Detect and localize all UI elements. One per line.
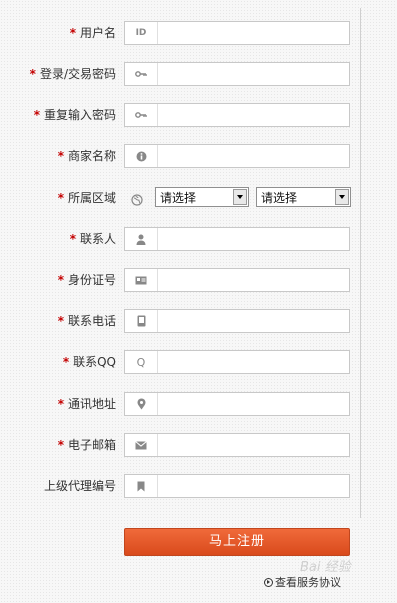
phone-icon	[125, 310, 158, 332]
field-label: * 重复输入密码	[33, 108, 116, 122]
province-select[interactable]: 请选择	[155, 187, 249, 207]
field-label: * 用户名	[69, 26, 116, 40]
username-input[interactable]	[159, 23, 345, 41]
field-label: * 登录/交易密码	[29, 67, 116, 81]
key-icon	[125, 104, 158, 126]
agent-number-field[interactable]	[124, 474, 350, 498]
key-icon	[125, 63, 158, 85]
password-field[interactable]	[124, 62, 350, 86]
divider-line	[360, 8, 361, 518]
row-email: * 电子邮箱	[0, 433, 360, 457]
field-label: 上级代理编号	[43, 479, 116, 493]
field-label: * 通讯地址	[57, 397, 116, 411]
phone-input[interactable]	[159, 311, 345, 329]
field-label: * 联系电话	[57, 314, 116, 328]
field-label: * 联系人	[69, 232, 116, 246]
row-phone: * 联系电话	[0, 309, 360, 333]
row-id-number: * 身份证号	[0, 268, 360, 292]
repeat-password-input[interactable]	[159, 105, 345, 123]
city-select[interactable]: 请选择	[256, 187, 351, 207]
field-label: * 身份证号	[57, 273, 116, 287]
info-icon	[125, 145, 158, 167]
row-password: * 登录/交易密码	[0, 62, 360, 86]
qq-field[interactable]: Q	[124, 350, 350, 374]
row-merchant-name: * 商家名称	[0, 144, 360, 168]
mail-icon	[125, 434, 158, 456]
agent-number-input[interactable]	[159, 476, 345, 494]
play-circle-icon	[264, 578, 273, 587]
phone-field[interactable]	[124, 309, 350, 333]
address-input[interactable]	[159, 394, 345, 412]
province-select-value: 请选择	[160, 191, 197, 205]
email-input[interactable]	[159, 435, 345, 453]
row-qq: * 联系QQ Q	[0, 350, 360, 374]
field-label: * 联系QQ	[62, 355, 116, 369]
row-contact: * 联系人	[0, 227, 360, 251]
row-region: * 所属区域 请选择 请选择	[0, 187, 360, 211]
person-icon	[125, 228, 158, 250]
city-select-value: 请选择	[261, 191, 298, 205]
row-address: * 通讯地址	[0, 392, 360, 416]
address-field[interactable]	[124, 392, 350, 416]
field-label: * 电子邮箱	[57, 438, 116, 452]
terms-link[interactable]: 查看服务协议	[264, 574, 341, 590]
merchant-name-input[interactable]	[159, 146, 345, 164]
contact-field[interactable]	[124, 227, 350, 251]
email-field[interactable]	[124, 433, 350, 457]
id-number-field[interactable]	[124, 268, 350, 292]
field-label: * 商家名称	[57, 149, 116, 163]
row-agent-number: 上级代理编号	[0, 474, 360, 498]
merchant-name-field[interactable]	[124, 144, 350, 168]
globe-icon	[131, 191, 143, 210]
chevron-down-icon[interactable]	[233, 189, 247, 205]
password-input[interactable]	[159, 64, 345, 82]
register-button[interactable]: 马上注册	[124, 528, 350, 556]
id-card-icon	[125, 269, 158, 291]
id-number-input[interactable]	[159, 270, 345, 288]
watermark: Bai 经验	[300, 560, 351, 575]
repeat-password-field[interactable]	[124, 103, 350, 127]
terms-link-label[interactable]: 查看服务协议	[275, 576, 341, 589]
contact-input[interactable]	[159, 229, 345, 247]
location-pin-icon	[125, 393, 158, 415]
field-label: * 所属区域	[57, 191, 116, 205]
chevron-down-icon[interactable]	[335, 189, 349, 205]
row-username: * 用户名 ID	[0, 21, 360, 45]
row-repeat-password: * 重复输入密码	[0, 103, 360, 127]
id-icon: ID	[125, 22, 158, 44]
bookmark-icon	[125, 475, 158, 497]
username-field[interactable]: ID	[124, 21, 350, 45]
qq-input[interactable]	[159, 352, 345, 370]
qq-icon: Q	[125, 351, 158, 373]
